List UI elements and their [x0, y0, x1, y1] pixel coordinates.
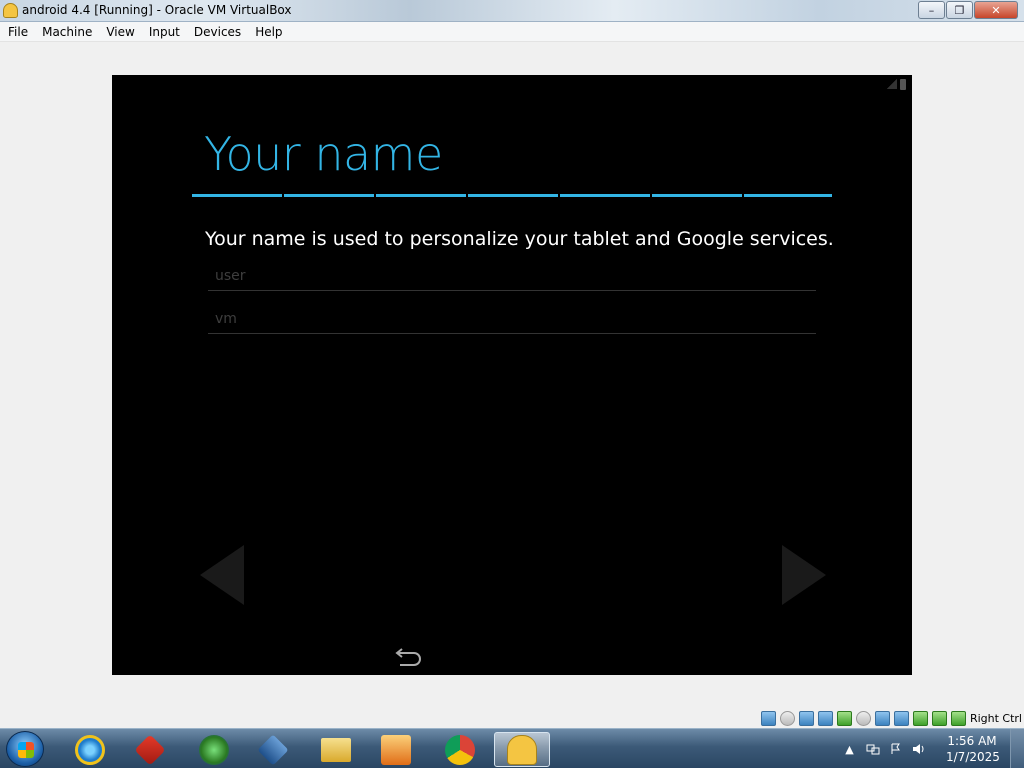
battery-icon — [900, 79, 906, 90]
taskbar-internet-explorer[interactable] — [62, 732, 118, 767]
android-status-bar — [887, 79, 906, 90]
title-divider — [192, 194, 832, 197]
taskbar-file-explorer[interactable] — [308, 732, 364, 767]
menu-file[interactable]: File — [0, 25, 35, 39]
display-icon[interactable] — [874, 710, 890, 726]
android-screen[interactable]: Your name Your name is used to personali… — [112, 75, 912, 675]
red-app-icon — [134, 733, 166, 766]
cpu-icon[interactable] — [950, 710, 966, 726]
host-key-label: Right Ctrl — [969, 711, 1022, 725]
windows-taskbar: ▲ 1:56 AM 1/7/2025 — [0, 728, 1024, 768]
menu-input[interactable]: Input — [142, 25, 187, 39]
close-button[interactable]: ✕ — [974, 1, 1018, 19]
usb-icon[interactable] — [836, 710, 852, 726]
show-desktop-button[interactable] — [1010, 729, 1024, 768]
taskbar-chrome[interactable] — [432, 732, 488, 767]
first-name-input[interactable] — [208, 261, 816, 290]
virtualbox-android-icon — [3, 3, 18, 18]
back-button[interactable] — [392, 645, 424, 669]
window-controls: – ❐ ✕ — [917, 1, 1018, 19]
window-title-bar: android 4.4 [Running] - Oracle VM Virtua… — [0, 0, 1024, 22]
network-tray-icon[interactable] — [865, 743, 880, 756]
taskbar-red-app[interactable] — [122, 732, 178, 767]
next-arrow-button[interactable] — [782, 545, 826, 605]
vt-x-icon[interactable] — [931, 710, 947, 726]
clock-time: 1:56 AM — [947, 734, 997, 748]
action-center-flag-icon[interactable] — [888, 743, 903, 756]
restore-button[interactable]: ❐ — [946, 1, 973, 19]
video-capture-icon[interactable] — [893, 710, 909, 726]
hard-disk-icon[interactable] — [760, 710, 776, 726]
taskbar-globe-app[interactable] — [186, 732, 242, 767]
menu-bar: File Machine View Input Devices Help — [0, 22, 1024, 42]
taskbar-android-vm[interactable] — [494, 732, 550, 767]
shared-folder-icon[interactable] — [855, 710, 871, 726]
previous-arrow-button[interactable] — [200, 545, 244, 605]
clock-date: 1/7/2025 — [946, 750, 1000, 764]
menu-devices[interactable]: Devices — [187, 25, 248, 39]
network-icon[interactable] — [817, 710, 833, 726]
start-button[interactable] — [6, 731, 44, 767]
window-title: android 4.4 [Running] - Oracle VM Virtua… — [22, 3, 292, 17]
taskbar-media-player[interactable] — [368, 732, 424, 767]
globe-icon — [199, 734, 229, 765]
virtualbox-icon — [257, 733, 289, 766]
signal-icon — [887, 79, 897, 89]
menu-help[interactable]: Help — [248, 25, 289, 39]
back-icon — [395, 648, 421, 666]
last-name-input[interactable] — [208, 304, 816, 333]
taskbar-clock[interactable]: 1:56 AM 1/7/2025 — [946, 733, 1000, 765]
mouse-integration-icon[interactable] — [912, 710, 928, 726]
menu-machine[interactable]: Machine — [35, 25, 99, 39]
menu-view[interactable]: View — [99, 25, 141, 39]
chrome-icon — [445, 734, 475, 765]
folder-icon — [321, 737, 351, 762]
media-player-icon — [381, 734, 411, 765]
vbox-status-bar: Right Ctrl — [757, 709, 1024, 727]
taskbar-virtualbox[interactable] — [245, 732, 301, 767]
page-description: Your name is used to personalize your ta… — [205, 228, 834, 250]
internet-explorer-icon — [75, 734, 105, 765]
audio-icon[interactable] — [798, 710, 814, 726]
system-tray: ▲ — [842, 729, 934, 768]
page-title: Your name — [204, 127, 443, 181]
android-vm-icon — [507, 734, 537, 765]
optical-drive-icon[interactable] — [779, 710, 795, 726]
minimize-button[interactable]: – — [918, 1, 945, 19]
first-name-field-container — [208, 261, 816, 291]
volume-icon[interactable] — [911, 743, 926, 756]
last-name-field-container — [208, 304, 816, 334]
show-hidden-icons-chevron[interactable]: ▲ — [842, 743, 857, 756]
